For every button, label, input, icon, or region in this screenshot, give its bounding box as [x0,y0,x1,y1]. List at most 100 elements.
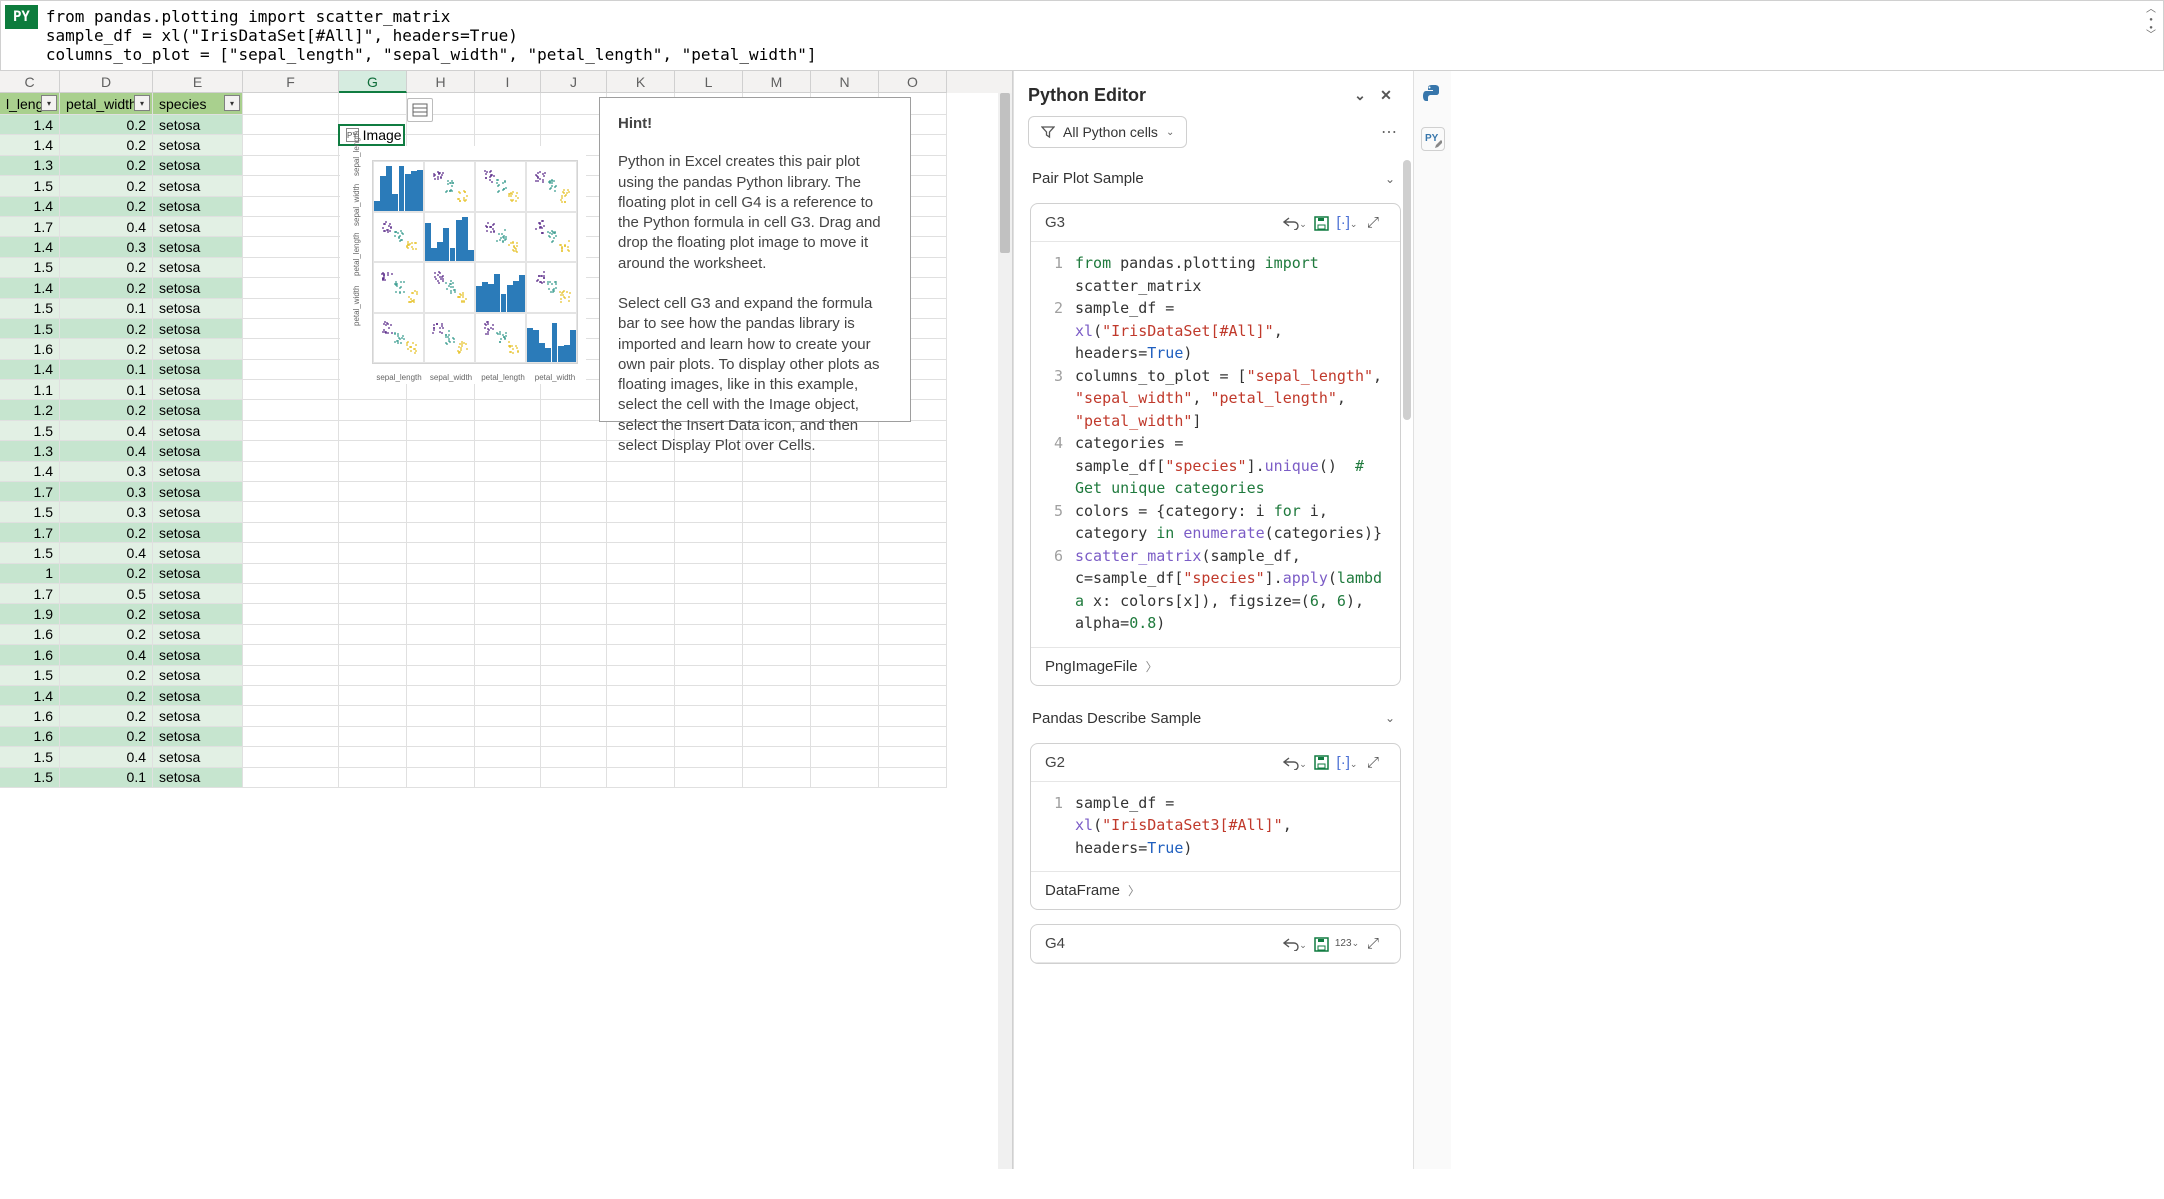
table-cell[interactable]: 0.2 [60,339,153,359]
table-cell[interactable]: 0.4 [60,441,153,461]
table-cell[interactable]: setosa [153,360,243,380]
table-cell[interactable]: setosa [153,686,243,706]
table-cell[interactable]: setosa [153,584,243,604]
table-cell[interactable]: 0.3 [60,482,153,502]
column-header-f[interactable]: F [243,71,339,93]
table-cell[interactable]: 0.2 [60,278,153,298]
table-cell[interactable]: 1.3 [0,441,60,461]
table-cell[interactable]: 0.4 [60,645,153,665]
table-cell[interactable]: 0.1 [60,380,153,400]
filter-dropdown-icon[interactable]: ▾ [224,95,240,111]
table-cell[interactable]: 1.6 [0,706,60,726]
column-header-d[interactable]: D [60,71,153,93]
table-cell[interactable]: 1.7 [0,217,60,237]
editor-scrollbar-thumb[interactable] [1403,160,1411,420]
table-cell[interactable]: 1.5 [0,502,60,522]
table-cell[interactable]: 0.2 [60,135,153,155]
table-cell[interactable]: setosa [153,380,243,400]
table-cell[interactable]: setosa [153,604,243,624]
table-cell[interactable]: setosa [153,747,243,767]
table-cell[interactable]: 1.5 [0,666,60,686]
table-cell[interactable]: 0.2 [60,319,153,339]
table-cell[interactable]: 1.4 [0,135,60,155]
table-cell[interactable]: 1.5 [0,319,60,339]
insert-data-smart-tag[interactable] [407,98,433,122]
table-cell[interactable]: 0.4 [60,543,153,563]
table-cell[interactable]: 1.4 [0,462,60,482]
table-cell[interactable]: setosa [153,645,243,665]
undo-button[interactable]: ⌄ [1282,754,1308,771]
table-cell[interactable]: 1.1 [0,380,60,400]
table-cell[interactable]: 1.6 [0,339,60,359]
table-row[interactable]: 1.50.4setosa [0,543,1012,563]
table-cell[interactable]: setosa [153,482,243,502]
python-logo-icon[interactable] [1421,83,1445,107]
table-cell[interactable]: setosa [153,197,243,217]
formula-scroll-up-icon[interactable]: ︿ [2146,5,2156,15]
table-row[interactable]: 1.60.4setosa [0,645,1012,665]
table-cell[interactable]: 0.2 [60,258,153,278]
table-cell[interactable]: setosa [153,156,243,176]
table-cell[interactable]: setosa [153,299,243,319]
table-cell[interactable]: 1.7 [0,584,60,604]
output-type-button[interactable]: 123⌄ [1334,938,1360,949]
column-header-j[interactable]: J [541,71,607,93]
table-cell[interactable]: setosa [153,727,243,747]
table-cell[interactable]: 1.6 [0,727,60,747]
table-cell[interactable]: 0.2 [60,666,153,686]
code-editor[interactable]: 1from pandas.plotting import scatter_mat… [1031,242,1400,647]
table-cell[interactable]: setosa [153,421,243,441]
formula-text[interactable]: from pandas.plotting import scatter_matr… [38,5,2139,66]
table-header[interactable]: l_lengtl▾ [0,93,60,115]
formula-scroll-down-icon[interactable]: ﹀ [2146,31,2156,41]
section-describe[interactable]: Pandas Describe Sample ⌄ [1014,700,1413,737]
save-icon[interactable] [1308,214,1334,231]
output-type-button[interactable]: [·]⌄ [1334,754,1360,771]
table-cell[interactable]: 0.3 [60,462,153,482]
table-header[interactable]: species▾ [153,93,243,115]
table-cell[interactable]: setosa [153,706,243,726]
table-cell[interactable]: 1.2 [0,400,60,420]
table-cell[interactable]: 1.5 [0,176,60,196]
table-row[interactable]: 1.40.3setosa [0,462,1012,482]
table-cell[interactable]: setosa [153,462,243,482]
table-row[interactable]: 1.50.3setosa [0,502,1012,522]
table-row[interactable]: 1.50.4setosa [0,747,1012,767]
table-cell[interactable]: setosa [153,400,243,420]
table-cell[interactable]: 1.6 [0,645,60,665]
table-cell[interactable]: 1.7 [0,523,60,543]
table-row[interactable]: 1.40.2setosa [0,686,1012,706]
table-cell[interactable]: 0.3 [60,237,153,257]
column-header-k[interactable]: K [607,71,675,93]
card-cell-ref[interactable]: G4 [1045,935,1065,952]
table-cell[interactable]: setosa [153,339,243,359]
column-header-e[interactable]: E [153,71,243,93]
save-icon[interactable] [1308,935,1334,952]
table-cell[interactable]: 0.5 [60,584,153,604]
column-header-o[interactable]: O [879,71,947,93]
table-cell[interactable]: 1.5 [0,747,60,767]
table-cell[interactable]: setosa [153,502,243,522]
pair-plot-image[interactable]: sepal_lengthsepal_lengthsepal_widthsepal… [340,146,586,384]
table-row[interactable]: 1.90.2setosa [0,604,1012,624]
table-cell[interactable]: 0.2 [60,523,153,543]
table-cell[interactable]: 1.5 [0,258,60,278]
column-header-i[interactable]: I [475,71,541,93]
table-cell[interactable]: setosa [153,564,243,584]
table-cell[interactable]: setosa [153,115,243,135]
table-cell[interactable]: 1.4 [0,278,60,298]
table-row[interactable]: 1.60.2setosa [0,625,1012,645]
table-cell[interactable]: 0.2 [60,197,153,217]
table-cell[interactable]: 1.4 [0,686,60,706]
table-row[interactable]: 10.2setosa [0,564,1012,584]
worksheet-grid[interactable]: CDEFGHIJKLMNO l_lengtl▾petal_width▾speci… [0,71,1013,1169]
table-cell[interactable]: setosa [153,523,243,543]
table-cell[interactable]: 1.9 [0,604,60,624]
table-cell[interactable]: 1.4 [0,360,60,380]
column-header-n[interactable]: N [811,71,879,93]
editor-scrollbar[interactable] [1403,160,1411,1160]
table-row[interactable]: 1.50.2setosa [0,666,1012,686]
table-cell[interactable]: 0.3 [60,502,153,522]
table-cell[interactable]: 1.4 [0,237,60,257]
table-cell[interactable]: 1.7 [0,482,60,502]
